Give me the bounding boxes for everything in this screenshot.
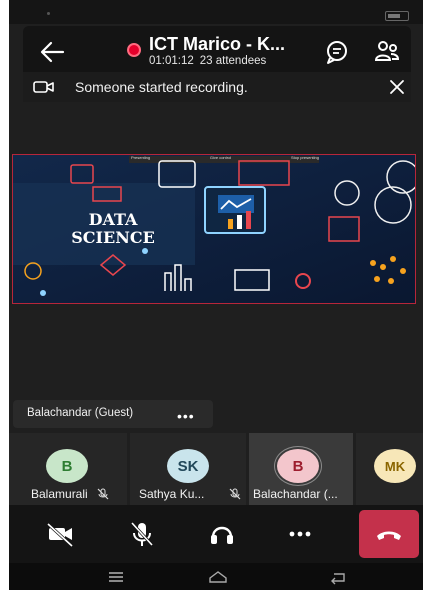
slide-title-line1: DATA [88,210,138,229]
shared-screen[interactable]: DATA SCIENCE Presenting Give control Sto… [12,154,416,304]
camera-notch [47,12,50,15]
banner-text: Someone started recording. [75,79,248,95]
battery-icon [385,11,409,21]
status-bar [9,0,423,24]
meeting-title[interactable]: ICT Marico - K... [149,34,285,55]
give-control-button[interactable]: Give control [210,155,231,163]
mic-off-icon [229,488,241,500]
avatar: B [46,449,88,483]
participant-name: Balamurali [31,487,88,501]
avatar: SK [167,449,209,483]
home-icon[interactable] [207,568,229,586]
attendee-count: 23 attendees [199,55,267,67]
participant-tile[interactable]: SK Sathya Ku... [130,433,246,505]
recent-apps-icon[interactable] [105,568,127,586]
speaker-label[interactable]: Balachandar (Guest) ••• [13,400,213,428]
android-nav-bar [9,563,423,590]
participant-tile[interactable]: B Balamurali [9,433,127,505]
meeting-header: ICT Marico - K... 01:01:12 23 attendees [23,26,411,78]
participant-name: Balachandar (... [253,487,338,501]
close-icon[interactable] [387,77,407,97]
participant-tile[interactable]: MK [356,433,423,505]
participant-name: Sathya Ku... [139,487,205,501]
mic-off-icon [97,488,109,500]
avatar: B [277,449,319,483]
back-arrow-icon[interactable] [37,38,69,66]
call-controls [9,505,423,563]
presenting-label: Presenting [131,155,151,160]
avatar: MK [374,449,416,483]
stop-presenting-button[interactable]: Stop presenting [291,155,319,163]
hang-up-icon [377,531,401,540]
meeting-duration: 01:01:12 [149,55,194,67]
recording-indicator-icon [127,43,141,57]
more-options-icon[interactable]: ••• [177,408,195,424]
teams-meeting-screen: ICT Marico - K... 01:01:12 23 attendees S… [9,0,423,590]
participant-strip: B Balamurali SK Sathya Ku... B Balachand… [9,433,423,505]
meeting-meta: 01:01:12 23 attendees [149,55,266,67]
hang-up-button[interactable] [359,510,419,558]
back-nav-icon[interactable] [327,568,349,586]
slide-title-line2: SCIENCE [71,228,155,247]
slide-title: DATA SCIENCE [53,211,173,247]
participants-icon[interactable] [373,38,401,66]
presenter-toolbar: Presenting Give control Stop presenting [131,155,319,163]
speaker-name: Balachandar (Guest) [27,407,134,419]
more-icon[interactable] [281,515,319,553]
participant-tile-active[interactable]: B Balachandar (... [249,433,353,505]
mic-off-icon[interactable] [123,515,161,553]
video-camera-icon [33,81,54,93]
camera-off-icon[interactable] [41,515,79,553]
headset-icon[interactable] [203,515,241,553]
recording-banner: Someone started recording. [23,72,411,102]
chat-icon[interactable] [323,38,351,66]
